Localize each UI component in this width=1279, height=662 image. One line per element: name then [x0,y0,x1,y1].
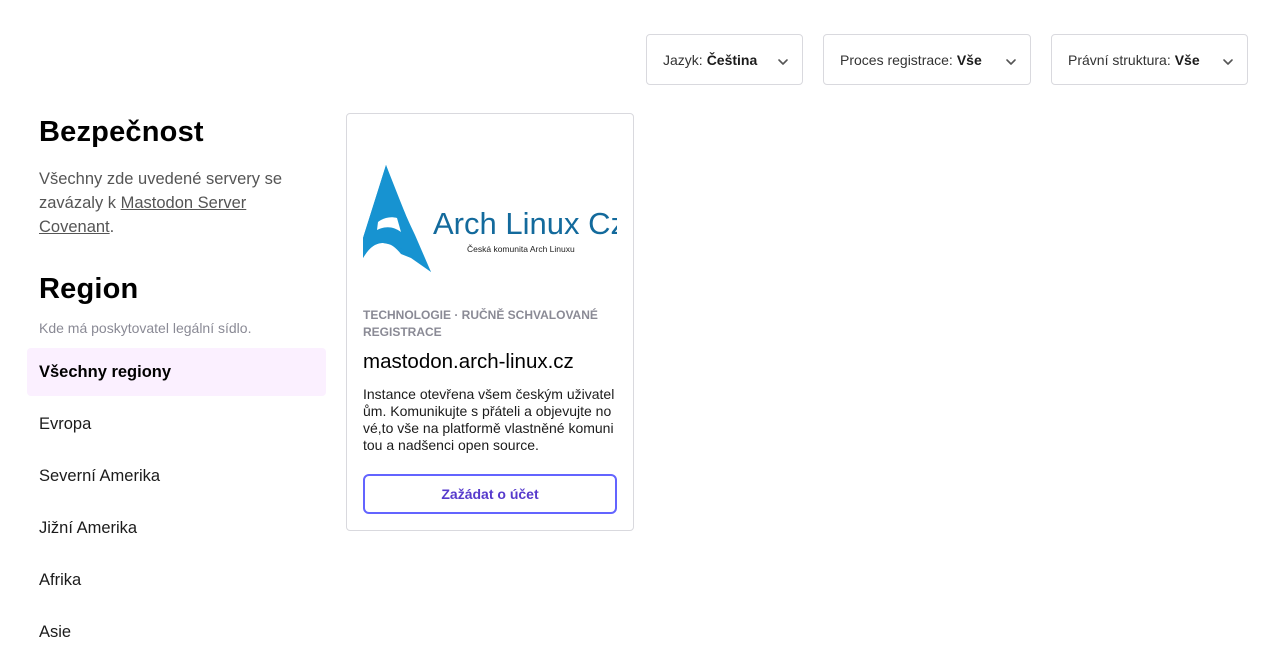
chevron-down-icon [1006,59,1016,65]
language-filter-dropdown[interactable]: Jazyk: Čeština [646,34,803,85]
request-account-button[interactable]: Zažádat o účet [363,474,617,514]
page: Jazyk: Čeština Proces registrace: Vše Pr… [0,0,1279,662]
chevron-down-icon [1223,59,1233,65]
registration-filter-dropdown[interactable]: Proces registrace: Vše [823,34,1031,85]
security-heading: Bezpečnost [39,116,204,148]
security-text-end: . [109,218,115,236]
arch-linux-logo-icon: Arch Linux Cz Česká komunita Arch Linuxu [363,165,617,272]
registration-filter-label: Proces registrace: [840,51,953,68]
region-list: Všechny regiony Evropa Severní Amerika J… [27,348,326,656]
logo-subtitle: Česká komunita Arch Linuxu [467,244,575,254]
server-card-tags: Technologie · Ručně schvalované registra… [363,308,598,339]
region-item-south-america[interactable]: Jižní Amerika [27,504,326,552]
server-logo-image: Arch Linux Cz Česká komunita Arch Linuxu [363,130,617,290]
region-item-asia[interactable]: Asie [27,608,326,656]
logo-text: Arch Linux Cz [433,206,617,241]
language-filter-value: Čeština [706,51,758,68]
chevron-down-icon [778,59,788,65]
legal-structure-filter-dropdown[interactable]: Právní struktura: Vše [1051,34,1248,85]
legal-filter-value: Vše [1174,51,1200,68]
sidebar: Bezpečnost Všechny zde uvedené servery s… [27,116,326,660]
server-description: Instance otevřena všem českým uživatelům… [363,386,615,453]
region-heading: Region [39,273,139,305]
server-domain: mastodon.arch-linux.cz [363,350,574,373]
region-item-north-america[interactable]: Severní Amerika [27,452,326,500]
server-card: Arch Linux Cz Česká komunita Arch Linuxu… [346,113,634,531]
region-item-all[interactable]: Všechny regiony [27,348,326,396]
region-item-europe[interactable]: Evropa [27,400,326,448]
legal-filter-label: Právní struktura: [1068,51,1171,68]
region-item-africa[interactable]: Afrika [27,556,326,604]
region-hint: Kde má poskytovatel legální sídlo. [39,320,252,336]
language-filter-label: Jazyk: [663,51,703,68]
security-description: Všechny zde uvedené servery se zavázaly … [27,167,297,239]
registration-filter-value: Vše [956,51,982,68]
